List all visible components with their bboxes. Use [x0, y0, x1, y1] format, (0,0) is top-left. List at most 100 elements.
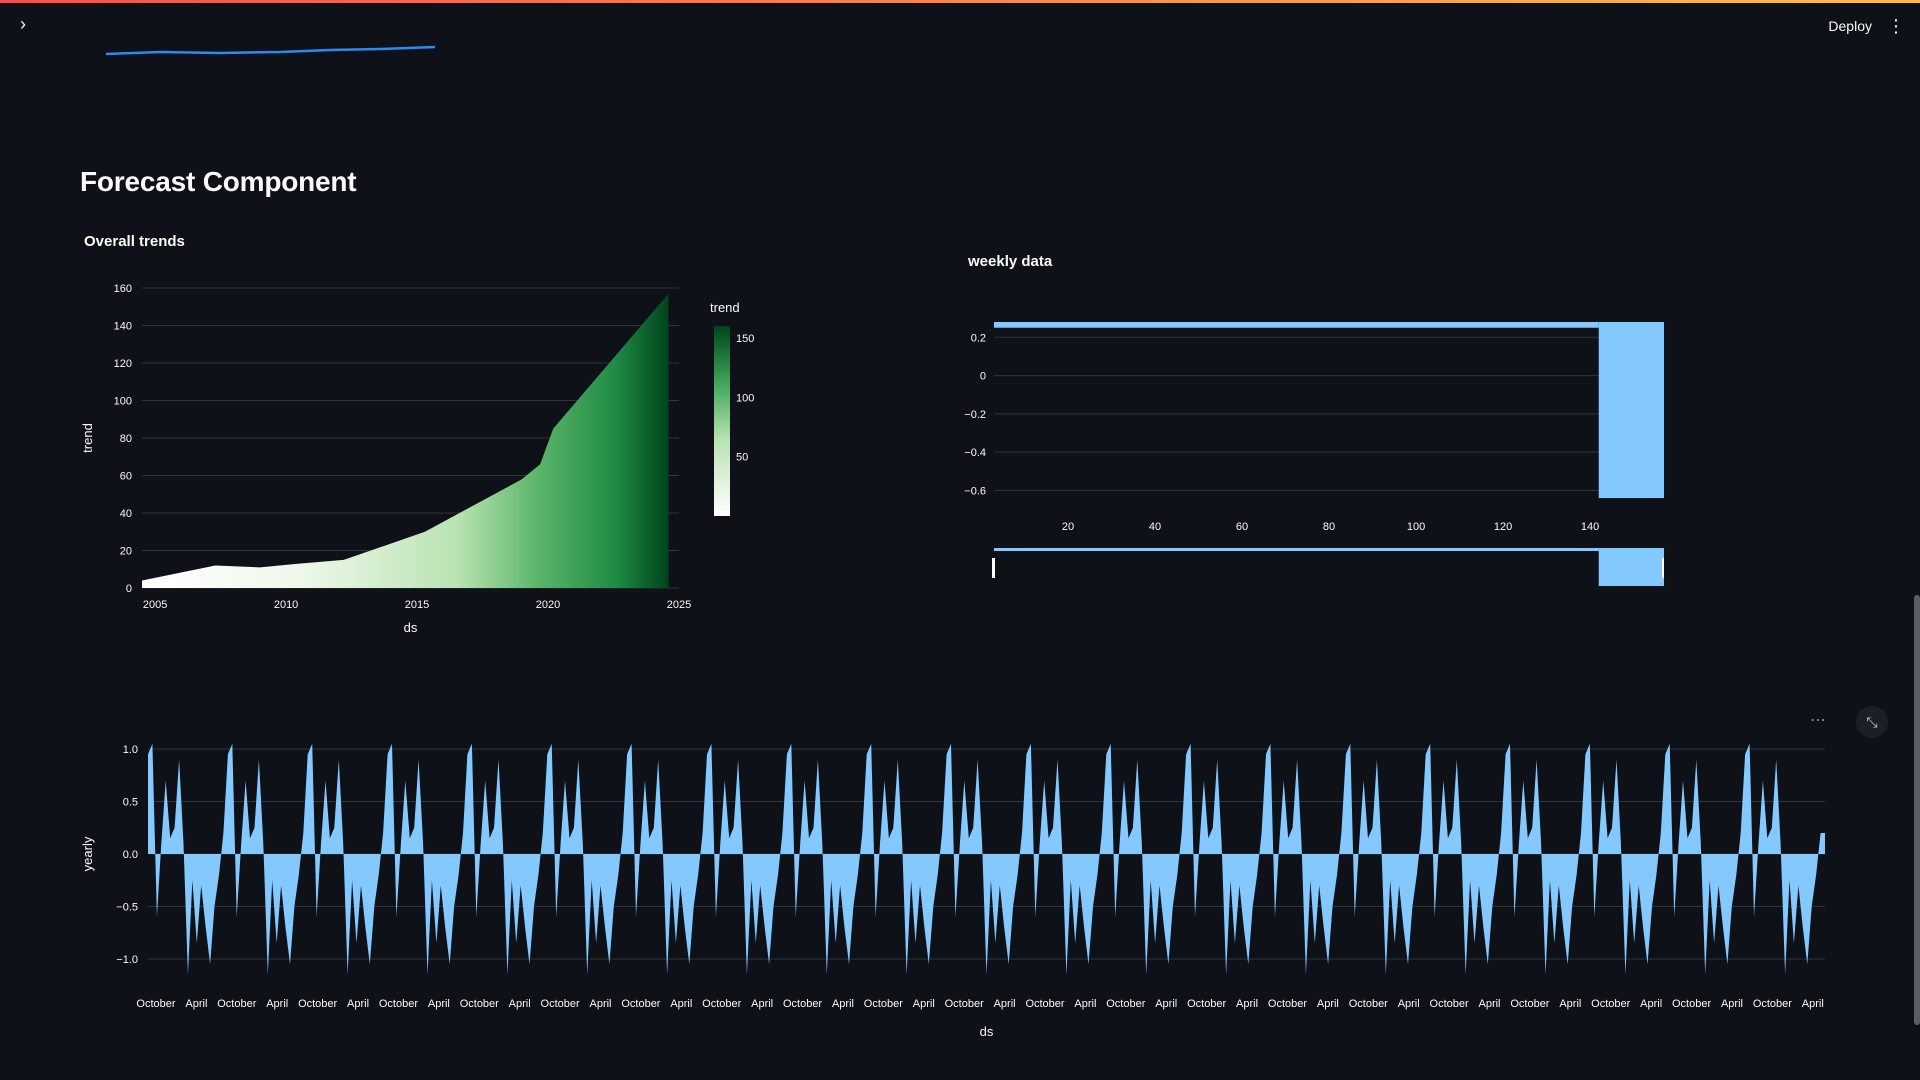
yearly-ytick-label: 1.0 — [123, 744, 138, 756]
page-scrollbar[interactable] — [1914, 595, 1920, 1025]
weekly-ytick-label: 0.2 — [971, 332, 986, 344]
yearly-ytick-label: −0.5 — [116, 902, 138, 914]
yearly-xtick-label: October — [1510, 998, 1549, 1010]
weekly-xtick-label: 80 — [1323, 521, 1335, 533]
trend-ytick-label: 100 — [114, 396, 132, 408]
yearly-xtick-label: April — [1074, 998, 1096, 1010]
yearly-xtick-label: April — [670, 998, 692, 1010]
fullscreen-icon[interactable]: ⤡ — [1856, 706, 1888, 738]
weekly-xtick-label: 20 — [1062, 521, 1074, 533]
yearly-xtick-label: April — [347, 998, 369, 1010]
yearly-xtick-label: October — [541, 998, 580, 1010]
yearly-xtick-label: October — [783, 998, 822, 1010]
section-title: Forecast Component — [80, 166, 357, 197]
trend-x-axis-title: ds — [404, 620, 418, 635]
yearly-xtick-label: April — [1479, 998, 1501, 1010]
yearly-xtick-label: April — [1317, 998, 1339, 1010]
trend-xtick-label: 2020 — [536, 599, 560, 611]
yearly-xtick-label: October — [1753, 998, 1792, 1010]
weekly-area-top — [994, 322, 1599, 328]
yearly-xtick-label: October — [1025, 998, 1064, 1010]
yearly-xtick-label: April — [1155, 998, 1177, 1010]
yearly-xtick-label: October — [1268, 998, 1307, 1010]
yearly-xtick-label: October — [1106, 998, 1145, 1010]
trend-xtick-label: 2015 — [405, 599, 429, 611]
trend-ytick-label: 160 — [114, 283, 132, 295]
yearly-xtick-label: April — [509, 998, 531, 1010]
weekly-xtick-label: 100 — [1407, 521, 1425, 533]
yearly-xtick-label: April — [751, 998, 773, 1010]
chart-toolbar-more-icon[interactable]: ⋯ — [1810, 710, 1826, 730]
yearly-xtick-label: October — [702, 998, 741, 1010]
weekly-chart-title: weekly data — [968, 253, 1053, 270]
trend-ytick-label: 80 — [120, 433, 132, 445]
yearly-xtick-label: April — [994, 998, 1016, 1010]
main-menu-icon[interactable]: ⋮ — [1886, 13, 1906, 39]
trend-xtick-label: 2025 — [667, 599, 691, 611]
yearly-xtick-label: April — [185, 998, 207, 1010]
yearly-xtick-label: October — [1591, 998, 1630, 1010]
trend-xtick-label: 2005 — [143, 599, 167, 611]
yearly-xtick-label: April — [589, 998, 611, 1010]
yearly-xtick-label: October — [945, 998, 984, 1010]
trend-legend-gradient — [714, 326, 730, 516]
weekly-ytick-label: −0.2 — [964, 409, 986, 421]
trend-legend-tick: 50 — [736, 452, 748, 464]
yearly-chart: 1.0 0.5 0.0 −0.5 −1.0 October April October Apri… — [80, 743, 1825, 1039]
yearly-xtick-label: October — [1672, 998, 1711, 1010]
weekly-xtick-label: 40 — [1149, 521, 1161, 533]
yearly-xtick-label: October — [379, 998, 418, 1010]
yearly-xtick-label: October — [1187, 998, 1226, 1010]
previous-chart-remnant — [105, 45, 436, 56]
yearly-xtick-label: October — [621, 998, 660, 1010]
weekly-xtick-label: 140 — [1581, 521, 1599, 533]
yearly-x-axis-title: ds — [980, 1024, 994, 1039]
trend-legend-title: trend — [710, 300, 740, 315]
yearly-ytick-label: 0.0 — [123, 849, 138, 861]
trend-y-axis-title: trend — [80, 423, 95, 453]
yearly-xtick-label: April — [1640, 998, 1662, 1010]
yearly-xtick-label: October — [298, 998, 337, 1010]
yearly-ytick-label: −1.0 — [116, 954, 138, 966]
yearly-xtick-label: October — [217, 998, 256, 1010]
yearly-xtick-label: October — [1430, 998, 1469, 1010]
trend-legend-tick: 150 — [736, 333, 754, 345]
weekly-ytick-label: −0.4 — [964, 447, 986, 459]
chevron-right-icon[interactable]: › — [12, 13, 34, 35]
weekly-range-handle-right[interactable] — [1662, 558, 1664, 578]
weekly-range-area — [994, 548, 1599, 551]
weekly-ytick-label: 0 — [980, 371, 986, 383]
yearly-xtick-label: April — [1559, 998, 1581, 1010]
yearly-xtick-label: April — [428, 998, 450, 1010]
trend-xtick-label: 2010 — [274, 599, 298, 611]
trend-chart-title: Overall trends — [84, 233, 185, 250]
yearly-xtick-label: October — [864, 998, 903, 1010]
weekly-range-area-drop — [1598, 548, 1664, 586]
deploy-button[interactable]: Deploy — [1828, 13, 1872, 39]
weekly-xtick-label: 60 — [1236, 521, 1248, 533]
weekly-chart: 0.2 0 −0.2 −0.4 −0.6 20 40 60 80 100 120 140 — [964, 322, 1664, 586]
trend-ytick-label: 20 — [120, 546, 132, 558]
yearly-xtick-label: April — [913, 998, 935, 1010]
yearly-y-axis-title: yearly — [80, 836, 95, 871]
yearly-xtick-label: October — [1349, 998, 1388, 1010]
weekly-area-drop — [1598, 322, 1664, 499]
trend-ytick-label: 140 — [114, 321, 132, 333]
yearly-xtick-label: October — [136, 998, 175, 1010]
trend-area — [142, 293, 669, 588]
trend-legend-tick: 100 — [736, 392, 754, 404]
yearly-xtick-label: April — [1721, 998, 1743, 1010]
yearly-ytick-label: 0.5 — [123, 797, 138, 809]
yearly-xtick-label: April — [1398, 998, 1420, 1010]
trend-ytick-label: 60 — [120, 471, 132, 483]
trend-ytick-label: 40 — [120, 508, 132, 520]
trend-ytick-label: 0 — [126, 583, 132, 595]
yearly-xtick-label: April — [266, 998, 288, 1010]
yearly-xtick-label: April — [832, 998, 854, 1010]
yearly-xtick-label: April — [1236, 998, 1258, 1010]
yearly-xtick-label: April — [1802, 998, 1824, 1010]
weekly-range-handle-left[interactable] — [992, 558, 995, 578]
trend-ytick-label: 120 — [114, 358, 132, 370]
yearly-area — [148, 743, 1825, 975]
weekly-xtick-label: 120 — [1494, 521, 1512, 533]
